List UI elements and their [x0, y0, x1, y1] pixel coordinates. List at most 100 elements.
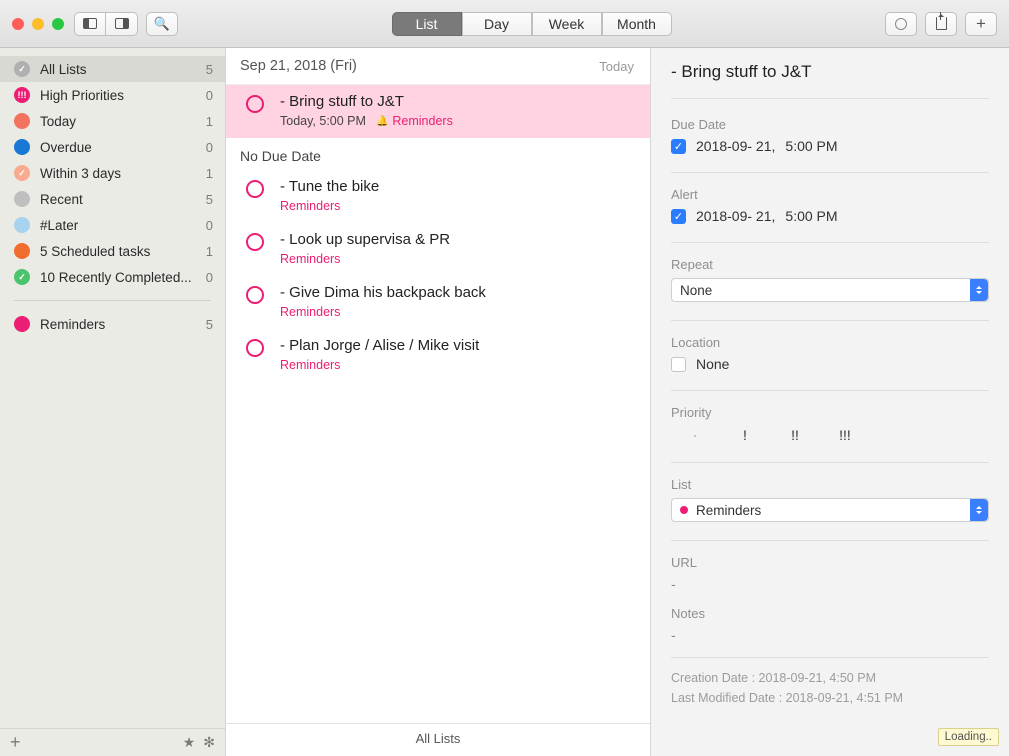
- view-switcher: ListDayWeekMonth: [392, 12, 672, 36]
- task-row[interactable]: - Give Dima his backpack back Reminders: [226, 276, 650, 329]
- repeat-select[interactable]: None: [671, 278, 989, 302]
- share-button[interactable]: [925, 12, 957, 36]
- add-list-button[interactable]: +: [10, 732, 21, 753]
- modified-date: Last Modified Date : 2018-09-21, 4:51 PM: [671, 688, 989, 708]
- alert-time-value[interactable]: 5:00 PM: [785, 208, 837, 224]
- location-row: None: [671, 356, 989, 372]
- sidebar-item-count: 1: [206, 114, 213, 129]
- url-value[interactable]: -: [671, 576, 989, 592]
- sidebar-item[interactable]: Overdue0: [0, 134, 225, 160]
- notes-label: Notes: [671, 606, 989, 621]
- notes-value[interactable]: -: [671, 627, 989, 643]
- list-color-icon: !!!: [14, 87, 30, 103]
- priority-option[interactable]: !!!: [825, 427, 865, 443]
- sidebar-item[interactable]: Recent5: [0, 186, 225, 212]
- sidebar-item-count: 0: [206, 270, 213, 285]
- task-complete-checkbox[interactable]: [246, 339, 264, 357]
- list-color-icon: [14, 113, 30, 129]
- task-complete-checkbox[interactable]: [246, 286, 264, 304]
- sidebar-item[interactable]: Today1: [0, 108, 225, 134]
- toggle-left-panel-button[interactable]: [74, 12, 106, 36]
- alert-row: ✓ 2018-09- 21, 5:00 PM: [671, 208, 989, 224]
- task-title: - Bring stuff to J&T: [280, 93, 636, 110]
- sidebar-item-count: 5: [206, 192, 213, 207]
- task-complete-checkbox[interactable]: [246, 233, 264, 251]
- due-date-checkbox[interactable]: ✓: [671, 139, 686, 154]
- priority-option[interactable]: !!: [775, 427, 815, 443]
- sync-button[interactable]: [885, 12, 917, 36]
- add-button[interactable]: +: [965, 12, 997, 36]
- sidebar: ✓All Lists5!!!High Priorities0Today1Over…: [0, 48, 226, 756]
- alert-icon: 🔔: [376, 116, 388, 127]
- list-color-dot-icon: [680, 506, 688, 514]
- list-color-icon: [14, 316, 30, 332]
- task-meta: Reminders: [280, 199, 636, 213]
- due-date-value[interactable]: 2018-09- 21,: [696, 138, 775, 154]
- detail-pane: - Bring stuff to J&T Due Date ✓ 2018-09-…: [651, 48, 1009, 756]
- priority-option[interactable]: !: [725, 427, 765, 443]
- no-due-section-header: No Due Date: [226, 138, 650, 170]
- url-label: URL: [671, 555, 989, 570]
- sidebar-item-count: 0: [206, 218, 213, 233]
- sidebar-item[interactable]: !!!High Priorities0: [0, 82, 225, 108]
- sidebar-item[interactable]: Reminders5: [0, 311, 225, 337]
- sidebar-item-count: 1: [206, 166, 213, 181]
- zoom-window-button[interactable]: [52, 18, 64, 30]
- view-list-button[interactable]: List: [392, 12, 462, 36]
- sidebar-item-label: 10 Recently Completed...: [40, 270, 206, 285]
- list-value: Reminders: [696, 503, 761, 518]
- task-title: - Tune the bike: [280, 178, 636, 195]
- task-list-pane: Sep 21, 2018 (Fri) Today - Bring stuff t…: [226, 48, 651, 756]
- sidebar-item-count: 1: [206, 244, 213, 259]
- today-label[interactable]: Today: [599, 59, 634, 74]
- location-value[interactable]: None: [696, 356, 729, 372]
- sidebar-item[interactable]: ✓10 Recently Completed...0: [0, 264, 225, 290]
- close-window-button[interactable]: [12, 18, 24, 30]
- loading-badge: Loading..: [938, 728, 999, 746]
- right-panel-icon: [115, 18, 129, 29]
- priority-row: ·!!!!!!: [671, 426, 989, 444]
- meta-info: Creation Date : 2018-09-21, 4:50 PM Last…: [671, 657, 989, 708]
- sidebar-item-label: #Later: [40, 218, 206, 233]
- sidebar-item-label: Reminders: [40, 317, 206, 332]
- list-select[interactable]: Reminders: [671, 498, 989, 522]
- panel-toggle-group: [74, 12, 138, 36]
- sidebar-item[interactable]: ✓All Lists5: [0, 56, 225, 82]
- chevron-updown-icon: [970, 499, 988, 521]
- sidebar-item[interactable]: #Later0: [0, 212, 225, 238]
- task-row[interactable]: - Bring stuff to J&TToday, 5:00 PM🔔Remin…: [226, 85, 650, 138]
- task-complete-checkbox[interactable]: [246, 95, 264, 113]
- sidebar-item-count: 5: [206, 317, 213, 332]
- settings-icon[interactable]: ✻: [203, 734, 215, 751]
- search-button[interactable]: 🔍: [146, 12, 178, 36]
- current-date-label: Sep 21, 2018 (Fri): [240, 58, 599, 74]
- task-row[interactable]: - Tune the bike Reminders: [226, 170, 650, 223]
- due-time-value[interactable]: 5:00 PM: [785, 138, 837, 154]
- repeat-value: None: [680, 283, 712, 298]
- view-day-button[interactable]: Day: [462, 12, 532, 36]
- sidebar-item[interactable]: 5 Scheduled tasks1: [0, 238, 225, 264]
- task-list-name: Reminders: [280, 305, 340, 319]
- detail-title[interactable]: - Bring stuff to J&T: [671, 62, 989, 99]
- sidebar-item[interactable]: ✓Within 3 days1: [0, 160, 225, 186]
- task-row[interactable]: - Look up supervisa & PRReminders: [226, 223, 650, 276]
- toggle-right-panel-button[interactable]: [106, 12, 138, 36]
- window-controls: [12, 18, 64, 30]
- favorite-icon[interactable]: ★: [183, 734, 196, 751]
- alert-checkbox[interactable]: ✓: [671, 209, 686, 224]
- location-checkbox[interactable]: [671, 357, 686, 372]
- task-title: - Give Dima his backpack back: [280, 284, 636, 301]
- task-meta: Reminders: [280, 252, 636, 266]
- alert-date-value[interactable]: 2018-09- 21,: [696, 208, 775, 224]
- share-icon: [936, 17, 947, 30]
- task-list-name: Reminders: [280, 199, 340, 213]
- task-complete-checkbox[interactable]: [246, 180, 264, 198]
- location-label: Location: [671, 335, 989, 350]
- minimize-window-button[interactable]: [32, 18, 44, 30]
- priority-option[interactable]: ·: [675, 426, 715, 444]
- sidebar-item-count: 0: [206, 88, 213, 103]
- sidebar-item-label: Within 3 days: [40, 166, 206, 181]
- view-week-button[interactable]: Week: [532, 12, 602, 36]
- view-month-button[interactable]: Month: [602, 12, 672, 36]
- task-row[interactable]: - Plan Jorge / Alise / Mike visitReminde…: [226, 329, 650, 382]
